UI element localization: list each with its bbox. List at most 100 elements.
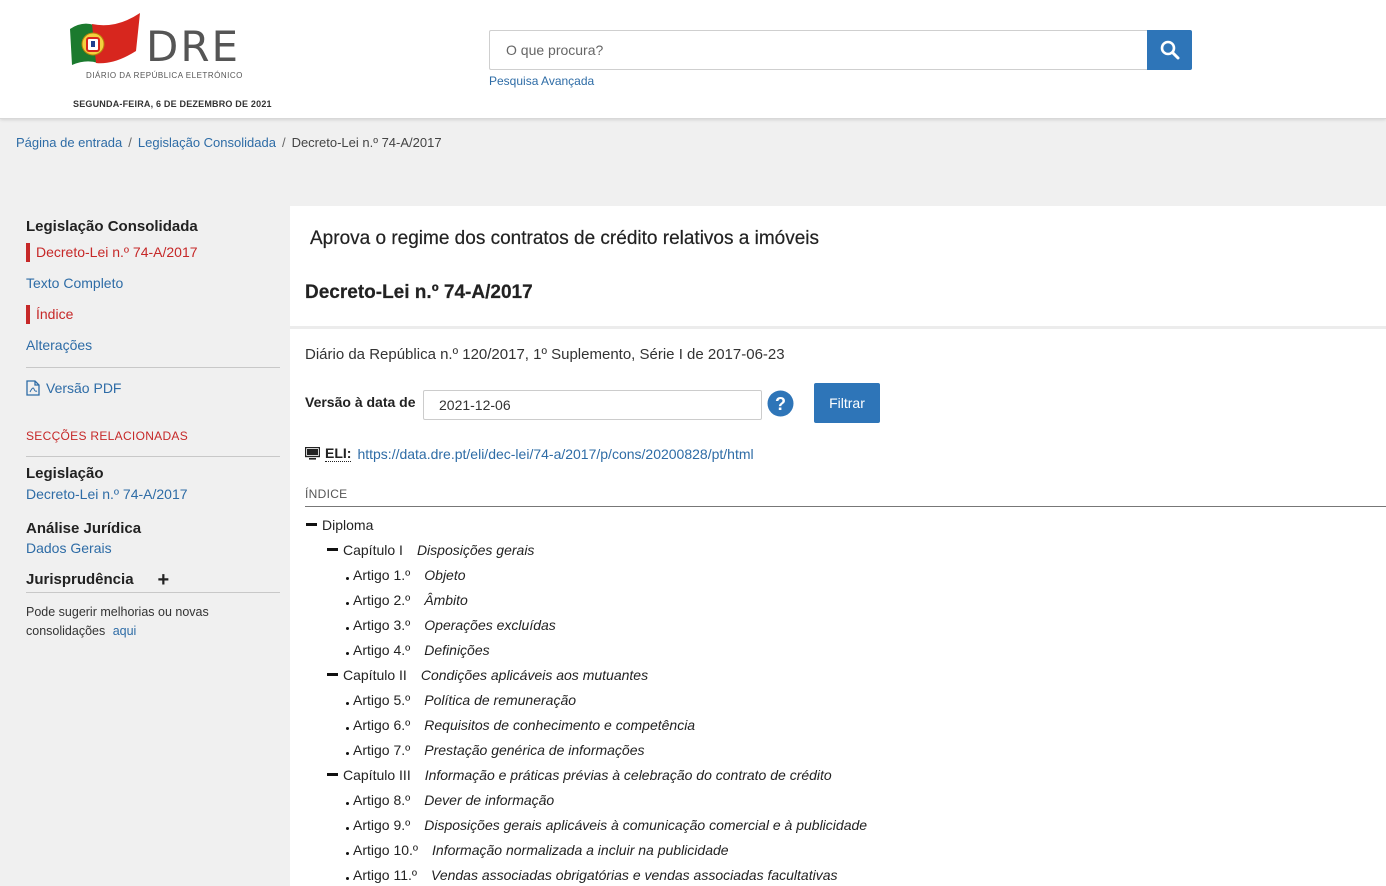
index-item-label: Artigo 9.º <box>353 816 411 833</box>
bullet-icon <box>346 727 349 730</box>
index-article[interactable]: Artigo 11.º Vendas associadas obrigatória… <box>346 862 838 886</box>
eli-link[interactable]: https://data.dre.pt/eli/dec-lei/74-a/201… <box>357 446 753 462</box>
index-chapter[interactable]: Capítulo I Disposições gerais <box>327 537 534 562</box>
jurisprudence-heading: Jurisprudência <box>26 571 134 588</box>
filter-button[interactable]: Filtrar <box>814 383 880 423</box>
search-button[interactable] <box>1147 30 1192 70</box>
current-date: SEGUNDA-FEIRA, 6 DE DEZEMBRO DE 2021 <box>73 99 272 109</box>
sidebar-item-changes[interactable]: Alterações <box>26 336 280 355</box>
index-item-label: Capítulo I <box>343 541 403 558</box>
index-item-title: Definições <box>424 641 490 658</box>
index-item-title: Disposições gerais aplicáveis à comunica… <box>424 816 868 833</box>
legal-analysis-link[interactable]: Dados Gerais <box>26 540 280 557</box>
index-item-label: Capítulo II <box>343 666 407 683</box>
monitor-icon <box>305 447 320 460</box>
logo-subtitle: DIÁRIO DA REPÚBLICA ELETRÓNICO <box>86 71 243 80</box>
index-chapter[interactable]: Capítulo II Condições aplicáveis aos mutu… <box>327 662 648 687</box>
advanced-search-link[interactable]: Pesquisa Avançada <box>489 74 594 88</box>
index-item-label: Artigo 4.º <box>353 641 411 658</box>
sidebar-item-active-doc[interactable]: Decreto-Lei n.º 74-A/2017 <box>26 243 280 262</box>
index-divider <box>305 506 1386 507</box>
index-item-label: Artigo 5.º <box>353 691 411 708</box>
index-article[interactable]: Artigo 4.º Definições <box>346 637 490 662</box>
bullet-icon <box>346 702 349 705</box>
index-item-label: Artigo 7.º <box>353 741 411 758</box>
breadcrumb-separator: / <box>128 135 132 150</box>
breadcrumb-home[interactable]: Página de entrada <box>16 135 122 150</box>
index-item-title: Objeto <box>424 566 466 583</box>
collapse-minus-icon[interactable] <box>306 523 317 526</box>
suggest-improvements: Pode sugerir melhorias ou novas consolid… <box>26 603 246 641</box>
index-item-title: Condições aplicáveis aos mutuantes <box>420 666 649 683</box>
bullet-icon <box>346 802 349 805</box>
breadcrumb-section[interactable]: Legislação Consolidada <box>138 135 276 150</box>
index-item-title: Requisitos de conhecimento e competência <box>424 716 696 733</box>
index-article[interactable]: Artigo 3.º Operações excluídas <box>346 612 556 637</box>
portugal-flag-logo-icon <box>70 13 140 66</box>
logo-wordmark: DRE <box>146 22 241 71</box>
bullet-icon <box>346 577 349 580</box>
bullet-icon <box>346 877 349 880</box>
sidebar-title: Legislação Consolidada <box>26 218 198 235</box>
document-number: Decreto-Lei n.º 74-A/2017 <box>305 282 533 303</box>
version-label: Versão à data de <box>305 394 416 410</box>
index-article[interactable]: Artigo 2.º Âmbito <box>346 587 468 612</box>
eli-label: ELI: <box>325 445 352 462</box>
bullet-icon <box>346 602 349 605</box>
expand-plus-icon[interactable]: + <box>158 570 170 590</box>
index-item-title: Vendas associadas obrigatórias e vendas … <box>431 866 838 883</box>
bullet-icon <box>346 652 349 655</box>
page-title: Aprova o regime dos contratos de crédito… <box>310 228 820 249</box>
index-item-label: Artigo 10.º <box>353 841 419 858</box>
index-chapter[interactable]: Capítulo III Informação e práticas prévia… <box>327 762 832 787</box>
pdf-file-icon <box>26 380 40 396</box>
search-input[interactable] <box>489 30 1147 70</box>
index-item-label: Artigo 1.º <box>353 566 411 583</box>
index-item-title: Disposições gerais <box>416 541 535 558</box>
collapse-minus-icon[interactable] <box>327 773 338 776</box>
search-icon <box>1160 40 1179 60</box>
collapse-minus-icon[interactable] <box>327 548 338 551</box>
suggest-link[interactable]: aqui <box>113 624 137 638</box>
bullet-icon <box>346 827 349 830</box>
bullet-icon <box>346 752 349 755</box>
sidebar-item-index[interactable]: Índice <box>26 305 280 324</box>
bullet-icon <box>346 852 349 855</box>
legislation-heading: Legislação <box>26 465 104 482</box>
sidebar-pdf-label: Versão PDF <box>46 380 122 396</box>
search-bar <box>489 30 1192 70</box>
index-item-label: Artigo 8.º <box>353 791 411 808</box>
index-item-label: Artigo 2.º <box>353 591 411 608</box>
site-header: DRE DIÁRIO DA REPÚBLICA ELETRÓNICO SEGUN… <box>0 0 1386 119</box>
index-article[interactable]: Artigo 1.º Objeto <box>346 562 466 587</box>
jurisprudence-row[interactable]: Jurisprudência + <box>26 570 280 590</box>
index-item-title: Política de remuneração <box>424 691 577 708</box>
sidebar-item-full-text[interactable]: Texto Completo <box>26 274 280 293</box>
index-item-title: Informação normalizada a incluir na publ… <box>432 841 729 858</box>
publication-info: Diário da República n.º 120/2017, 1º Sup… <box>305 346 785 363</box>
index-item-title: Prestação genérica de informações <box>424 741 645 758</box>
index-item-title: Operações excluídas <box>424 616 556 633</box>
index-article[interactable]: Artigo 8.º Dever de informação <box>346 787 554 812</box>
sidebar: Legislação Consolidada Decreto-Lei n.º 7… <box>26 206 280 641</box>
related-sections-title: SECÇÕES RELACIONADAS <box>26 429 189 443</box>
collapse-minus-icon[interactable] <box>327 673 338 676</box>
index-diploma[interactable]: Diploma <box>306 512 387 537</box>
help-question-icon[interactable]: ? <box>767 390 794 417</box>
index-item-label: Diploma <box>322 516 374 533</box>
index-article[interactable]: Artigo 5.º Política de remuneração <box>346 687 576 712</box>
dre-logo[interactable]: DRE DIÁRIO DA REPÚBLICA ELETRÓNICO <box>66 8 242 86</box>
index-article[interactable]: Artigo 9.º Disposições gerais aplicáveis … <box>346 812 867 837</box>
sidebar-divider <box>26 592 280 593</box>
eli-row: ELI: https://data.dre.pt/eli/dec-lei/74-… <box>305 445 754 462</box>
legislation-link[interactable]: Decreto-Lei n.º 74-A/2017 <box>26 486 280 503</box>
sidebar-item-pdf[interactable]: Versão PDF <box>26 379 280 397</box>
breadcrumb: Página de entrada / Legislação Consolidada… <box>16 135 442 150</box>
main-content: Aprova o regime dos contratos de crédito… <box>290 206 1386 886</box>
version-date-input[interactable] <box>423 390 762 420</box>
bullet-icon <box>346 627 349 630</box>
index-article[interactable]: Artigo 10.º Informação normalizada a incl… <box>346 837 729 862</box>
index-article[interactable]: Artigo 7.º Prestação genérica de informaç… <box>346 737 645 762</box>
breadcrumb-separator: / <box>281 135 286 150</box>
index-article[interactable]: Artigo 6.º Requisitos de conhecimento e c… <box>346 712 695 737</box>
